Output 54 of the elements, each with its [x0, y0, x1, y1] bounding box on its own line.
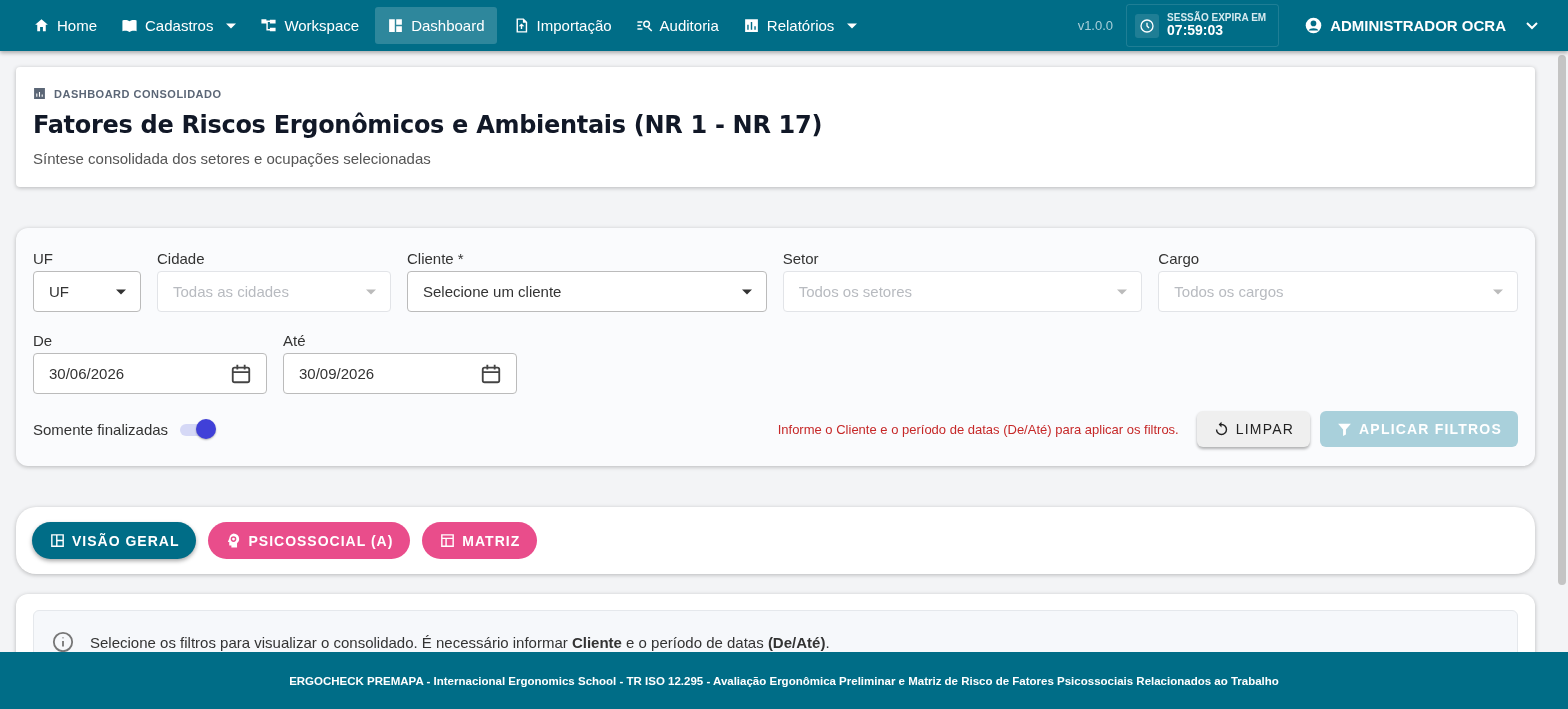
- nav-item[interactable]: Home: [25, 7, 105, 44]
- clock-icon: [1135, 13, 1160, 38]
- session-time: 07:59:03: [1167, 23, 1225, 39]
- page-subtitle: Síntese consolidada dos setores e ocupações selecionadas: [33, 150, 432, 167]
- field-label: De: [33, 332, 54, 349]
- dashboard-icon: [387, 17, 405, 34]
- field-label: Cidade: [157, 250, 206, 267]
- book-icon: [121, 17, 138, 34]
- field-label: Setor: [782, 250, 820, 267]
- calendar-icon[interactable]: [480, 362, 502, 385]
- dropdown-arrow-icon: [366, 288, 376, 295]
- tab[interactable]: MATRIZ: [422, 522, 538, 559]
- info-icon: [52, 631, 74, 652]
- alert-text: Selecione os filtros para visualizar o consolidado. É necessário informar Cliente e o período de datas (De/Até).: [90, 633, 830, 651]
- page-title: Fatores de Riscos Ergonômicos e Ambientais (NR 1 - NR 17): [33, 111, 824, 139]
- eyebrow-label: DASHBOARD CONSOLIDADO: [54, 87, 222, 100]
- layout-icon: [49, 532, 66, 549]
- table-icon: [439, 532, 457, 549]
- user-icon: [1305, 17, 1323, 34]
- clear-button[interactable]: LIMPAR: [1196, 411, 1311, 447]
- dropdown-arrow-icon: [1117, 288, 1128, 295]
- calendar-icon[interactable]: [230, 362, 252, 385]
- date-field[interactable]: 30/06/2026: [33, 353, 267, 394]
- field-label: UF: [33, 250, 54, 267]
- dropdown-arrow-icon: [1493, 288, 1503, 295]
- toggle-label: Somente finalizadas: [33, 420, 169, 438]
- nav-item[interactable]: Relatórios: [734, 7, 866, 44]
- home-icon: [33, 17, 50, 34]
- scrollbar[interactable]: [1558, 55, 1566, 585]
- nav-item[interactable]: Dashboard: [375, 7, 497, 44]
- select-field[interactable]: UF: [33, 271, 141, 312]
- tab[interactable]: PSICOSSOCIAL (A): [208, 522, 411, 559]
- field-label: Cliente *: [407, 250, 465, 267]
- dropdown-arrow-icon: [116, 288, 126, 295]
- nav-item[interactable]: Cadastros: [113, 7, 245, 44]
- validation-message: Informe o Cliente e o período de datas (De/Até) para aplicar os filtros.: [777, 421, 1179, 437]
- bar-chart-icon: [742, 17, 760, 34]
- footer-text: ERGOCHECK PREMAPA - Internacional Ergonomics School - TR ISO 12.295 - Avaliação Ergonômica Preliminar e Matriz de Risco de Fatores Psicossociais Relacionados ao Trabalho: [289, 674, 1279, 687]
- nav-item[interactable]: Auditoria: [627, 7, 727, 44]
- user-menu[interactable]: ADMINISTRADOR OCRA: [1299, 16, 1544, 35]
- toggle-switch[interactable]: [178, 418, 217, 440]
- version-label: v1.0.0: [1077, 18, 1114, 33]
- hierarchy-icon: [260, 17, 278, 34]
- chevron-down-icon: [1526, 19, 1538, 32]
- field-label: Até: [283, 332, 307, 349]
- session-label: SESSÃO EXPIRA EM: [1167, 12, 1267, 24]
- nav-item[interactable]: Importação: [504, 7, 620, 44]
- select-field[interactable]: Selecione um cliente: [407, 271, 767, 312]
- field-label: Cargo: [1158, 250, 1201, 267]
- tab[interactable]: VISÃO GERAL: [32, 522, 197, 559]
- bar-chart-icon: [33, 87, 46, 100]
- date-field[interactable]: 30/09/2026: [283, 353, 517, 394]
- nav-item[interactable]: Workspace: [252, 7, 368, 44]
- dropdown-arrow-icon: [741, 288, 752, 295]
